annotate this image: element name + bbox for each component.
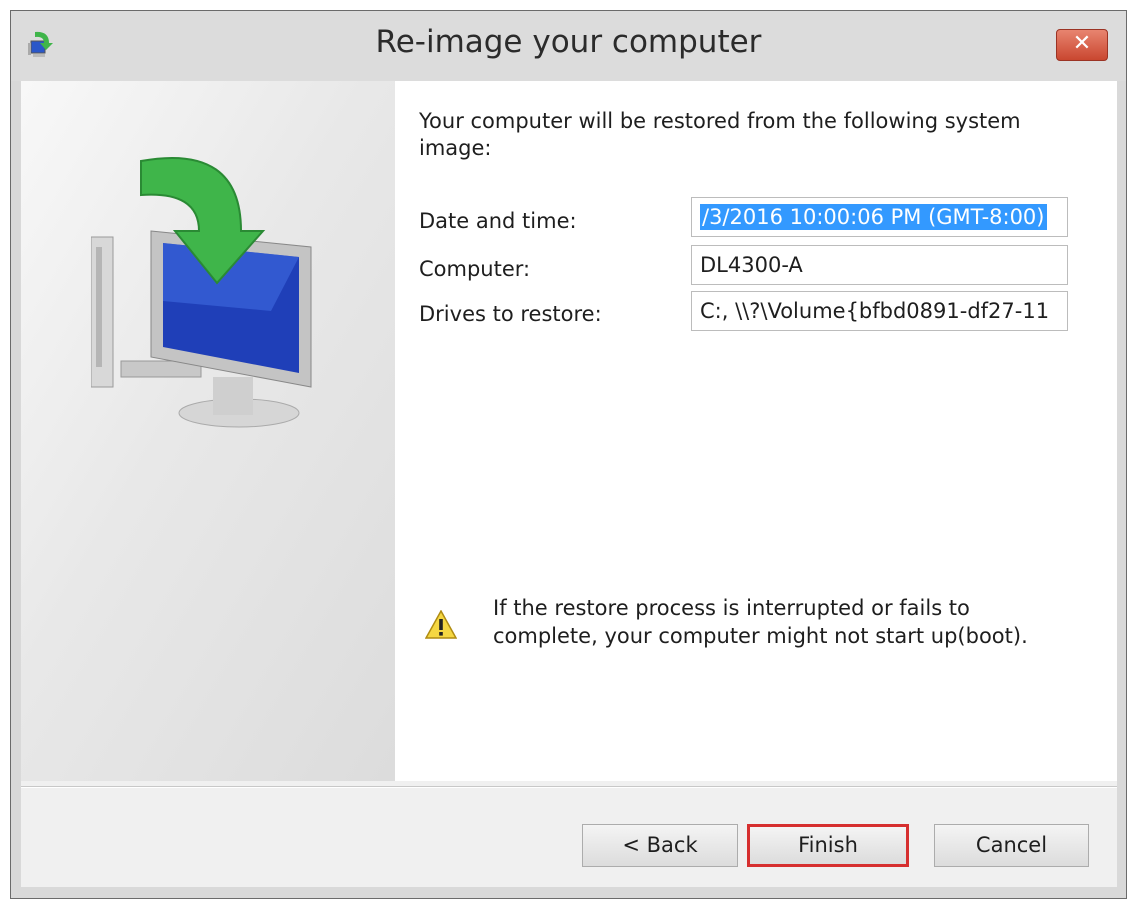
warning-text: If the restore process is interrupted or… bbox=[493, 594, 1028, 650]
date-time-value: /3/2016 10:00:06 PM (GMT-8:00) bbox=[700, 204, 1047, 230]
content-panel: Your computer will be restored from the … bbox=[395, 81, 1117, 781]
intro-text: Your computer will be restored from the … bbox=[419, 109, 1021, 160]
divider-highlight bbox=[21, 787, 1117, 788]
computer-restore-illustration-icon bbox=[91, 156, 312, 428]
dialog-title: Re-image your computer bbox=[375, 24, 762, 60]
date-time-field[interactable]: /3/2016 10:00:06 PM (GMT-8:00) bbox=[691, 197, 1068, 237]
title-bar: Re-image your computer ✕ bbox=[11, 11, 1126, 81]
computer-label: Computer: bbox=[419, 257, 531, 281]
computer-field[interactable]: DL4300-A bbox=[691, 245, 1068, 285]
drives-label: Drives to restore: bbox=[419, 302, 602, 326]
back-button[interactable]: < Back bbox=[582, 824, 738, 867]
finish-button[interactable]: Finish bbox=[747, 824, 909, 867]
dialog-body: Your computer will be restored from the … bbox=[21, 81, 1117, 887]
side-panel bbox=[21, 81, 395, 781]
reimage-dialog: Re-image your computer ✕ Your computer w… bbox=[10, 10, 1127, 899]
warning-line-1: If the restore process is interrupted or… bbox=[493, 596, 970, 620]
warning-message: If the restore process is interrupted or… bbox=[419, 594, 1099, 664]
close-button[interactable]: ✕ bbox=[1056, 29, 1108, 61]
warning-line-2: complete, your computer might not start … bbox=[493, 624, 1028, 648]
date-time-label: Date and time: bbox=[419, 209, 577, 233]
cancel-button[interactable]: Cancel bbox=[934, 824, 1089, 867]
warning-icon bbox=[425, 610, 457, 639]
drives-field[interactable]: C:, \\?\Volume{bfbd0891-df27-11 bbox=[691, 291, 1068, 331]
